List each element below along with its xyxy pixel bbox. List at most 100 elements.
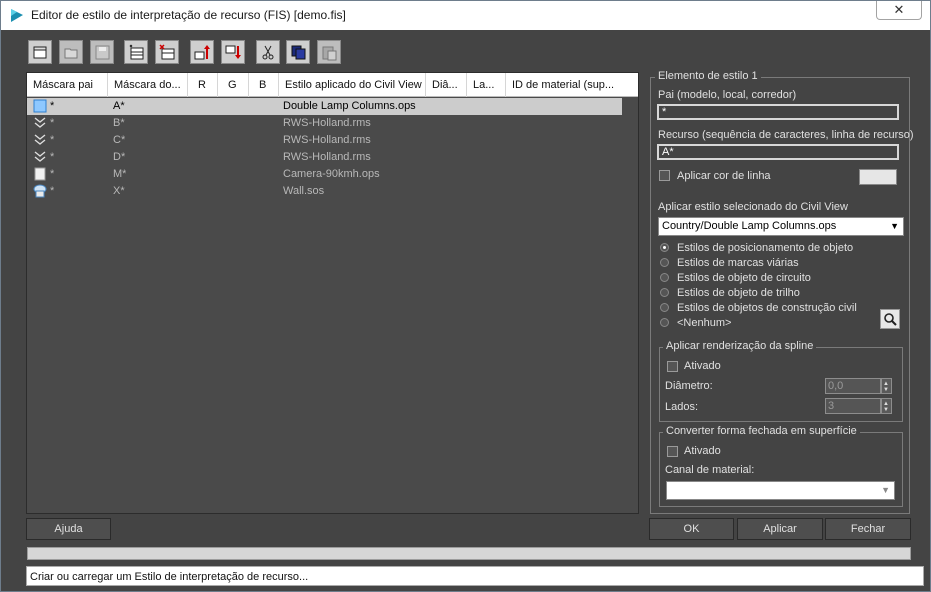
col-header-diameter[interactable]: Diâ... <box>426 73 467 97</box>
apply-line-color-checkbox[interactable] <box>659 170 670 181</box>
status-bar: Criar ou carregar um Estilo de interpret… <box>26 566 924 586</box>
col-header-b[interactable]: B <box>249 73 279 97</box>
col-header-applied-style[interactable]: Estilo aplicado do Civil View <box>279 73 426 97</box>
copy-button[interactable] <box>286 40 310 64</box>
ok-button[interactable]: OK <box>649 518 734 540</box>
cell-parent-mask: * <box>50 117 55 129</box>
wall-icon <box>33 184 47 198</box>
sides-spinner[interactable]: 3 <box>825 398 881 414</box>
paste-button[interactable] <box>317 40 341 64</box>
radio-rail-objects[interactable] <box>660 288 669 297</box>
style-rules-table: Máscara pai Máscara do... R G B Estilo a… <box>26 72 639 514</box>
cell-mask: B* <box>113 117 125 129</box>
spline-enabled-checkbox[interactable] <box>667 361 678 372</box>
cell-applied-style: RWS-Holland.rms <box>283 134 371 146</box>
cut-button[interactable] <box>256 40 280 64</box>
apply-line-color-label: Aplicar cor de linha <box>677 170 771 182</box>
col-header-sides[interactable]: La... <box>467 73 506 97</box>
radio-label: Estilos de objetos de construção civil <box>677 302 857 314</box>
radio-object-placement[interactable] <box>660 243 669 252</box>
radio-civil-construction[interactable] <box>660 303 669 312</box>
parent-label: Pai (modelo, local, corredor) <box>658 89 797 101</box>
surface-enabled-label: Ativado <box>684 445 721 457</box>
close-button[interactable]: Fechar <box>825 518 911 540</box>
diameter-spinner[interactable]: 0,0 <box>825 378 881 394</box>
cell-parent-mask: * <box>50 151 55 163</box>
cut-icon <box>262 45 274 60</box>
col-header-parent-mask[interactable]: Máscara pai <box>27 73 108 97</box>
status-text: Criar ou carregar um Estilo de interpret… <box>30 571 309 583</box>
radio-label: <Nenhum> <box>677 317 732 329</box>
copy-icon <box>291 45 306 60</box>
table-row[interactable]: * A* Double Lamp Columns.ops <box>27 98 622 115</box>
table-row[interactable]: * B* RWS-Holland.rms <box>27 115 622 132</box>
spline-group-label: Aplicar renderização da spline <box>663 340 817 352</box>
page-icon <box>34 167 46 181</box>
progress-bar <box>27 547 911 560</box>
add-row-icon <box>129 44 144 60</box>
move-down-button[interactable] <box>221 40 245 64</box>
radio-road-markings[interactable] <box>660 258 669 267</box>
resource-field[interactable]: A* <box>657 144 899 160</box>
help-button[interactable]: Ajuda <box>26 518 111 540</box>
move-down-icon <box>225 45 241 59</box>
chevron-double-down-icon <box>34 151 46 162</box>
cell-applied-style: RWS-Holland.rms <box>283 151 371 163</box>
cell-applied-style: Camera-90kmh.ops <box>283 168 380 180</box>
cell-parent-mask: * <box>50 168 55 180</box>
sides-spin-buttons[interactable]: ▲ ▼ <box>881 398 892 414</box>
surface-enabled-checkbox[interactable] <box>667 446 678 457</box>
radio-label: Estilos de marcas viárias <box>677 257 799 269</box>
fis-editor-window: Editor de estilo de interpretação de rec… <box>0 0 931 592</box>
cell-mask: D* <box>113 151 126 163</box>
cell-parent-mask: * <box>50 134 55 146</box>
delete-row-button[interactable] <box>155 40 179 64</box>
apply-button[interactable]: Aplicar <box>737 518 823 540</box>
style-select[interactable]: Country/Double Lamp Columns.ops ▼ <box>658 217 904 236</box>
diameter-spin-buttons[interactable]: ▲ ▼ <box>881 378 892 394</box>
chevron-double-down-icon <box>34 117 46 128</box>
radio-label: Estilos de objeto de circuito <box>677 272 811 284</box>
cell-mask: C* <box>113 134 126 146</box>
sides-label: Lados: <box>665 401 699 413</box>
apply-style-label: Aplicar estilo selecionado do Civil View <box>658 201 848 213</box>
radio-label: Estilos de objeto de trilho <box>677 287 800 299</box>
chevron-double-down-icon <box>34 134 46 145</box>
window-close-button[interactable]: ✕ <box>876 1 922 20</box>
cell-applied-style: Double Lamp Columns.ops <box>283 100 416 112</box>
paste-icon <box>322 46 337 61</box>
save-button[interactable] <box>90 40 114 64</box>
add-row-button[interactable] <box>124 40 148 64</box>
radio-none[interactable] <box>660 318 669 327</box>
arrow-down-icon: ▼ <box>883 407 889 413</box>
delete-row-icon <box>159 44 175 60</box>
table-row[interactable]: * X* Wall.sos <box>27 183 622 200</box>
table-row[interactable]: * C* RWS-Holland.rms <box>27 132 622 149</box>
material-channel-select[interactable]: ▼ <box>666 481 895 500</box>
chevron-down-icon: ▼ <box>881 485 890 495</box>
table-row[interactable]: * D* RWS-Holland.rms <box>27 149 622 166</box>
chevron-down-icon: ▼ <box>890 221 899 231</box>
browse-style-button[interactable] <box>880 309 900 329</box>
style-element-group-label: Elemento de estilo 1 <box>655 70 761 82</box>
parent-field[interactable]: * <box>657 104 899 120</box>
resource-label: Recurso (sequência de caracteres, linha … <box>658 129 914 141</box>
move-up-button[interactable] <box>190 40 214 64</box>
cell-mask: X* <box>113 185 125 197</box>
col-header-material-id[interactable]: ID de material (sup... <box>506 73 638 97</box>
new-file-button[interactable] <box>28 40 52 64</box>
spline-enabled-label: Ativado <box>684 360 721 372</box>
diameter-label: Diâmetro: <box>665 380 713 392</box>
radio-label: Estilos de posicionamento de objeto <box>677 242 854 254</box>
app-logo-icon <box>11 9 23 22</box>
cell-parent-mask: * <box>50 185 55 197</box>
radio-circuit-objects[interactable] <box>660 273 669 282</box>
table-row[interactable]: * M* Camera-90kmh.ops <box>27 166 622 183</box>
col-header-g[interactable]: G <box>218 73 249 97</box>
col-header-r[interactable]: R <box>188 73 218 97</box>
line-color-swatch[interactable] <box>859 169 897 185</box>
col-header-mask[interactable]: Máscara do... <box>108 73 188 97</box>
open-button[interactable] <box>59 40 83 64</box>
surface-group-label: Converter forma fechada em superfície <box>663 425 860 437</box>
new-file-icon <box>33 46 47 59</box>
